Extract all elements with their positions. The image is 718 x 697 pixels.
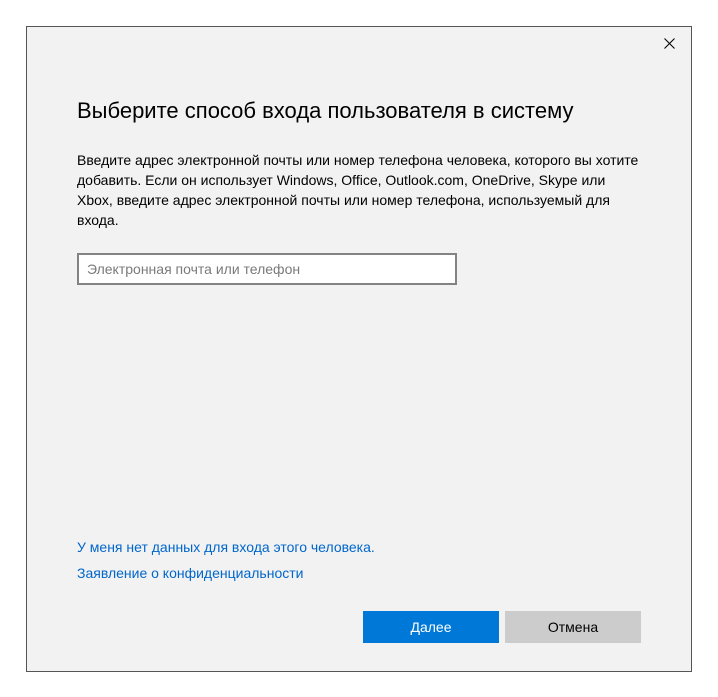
- cancel-button[interactable]: Отмена: [505, 611, 641, 643]
- dialog-description: Введите адрес электронной почты или номе…: [77, 150, 641, 231]
- privacy-link[interactable]: Заявление о конфиденциальности: [77, 565, 641, 581]
- close-icon: [664, 38, 675, 49]
- dialog-content: Выберите способ входа пользователя в сис…: [27, 59, 691, 539]
- titlebar: [27, 27, 691, 59]
- links-section: У меня нет данных для входа этого челове…: [27, 539, 691, 591]
- close-button[interactable]: [661, 35, 677, 51]
- dialog-heading: Выберите способ входа пользователя в сис…: [77, 97, 641, 126]
- spacer: [77, 285, 641, 539]
- no-credentials-link[interactable]: У меня нет данных для входа этого челове…: [77, 539, 641, 555]
- dialog-footer: Далее Отмена: [27, 611, 691, 671]
- email-phone-input[interactable]: [77, 253, 457, 285]
- account-signin-dialog: Выберите способ входа пользователя в сис…: [26, 26, 692, 672]
- next-button[interactable]: Далее: [363, 611, 499, 643]
